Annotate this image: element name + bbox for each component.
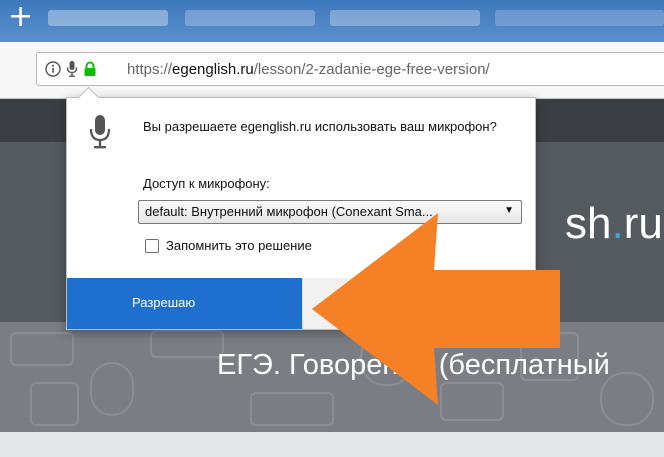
tab[interactable] <box>48 10 168 26</box>
url-domain: egenglish.ru <box>172 61 254 78</box>
allow-button[interactable]: Разрешаю <box>67 278 302 329</box>
tab[interactable] <box>185 10 315 26</box>
url-bar[interactable]: https://egenglish.ru/lesson/2-zadanie-eg… <box>36 52 664 86</box>
microphone-icon[interactable] <box>66 60 78 78</box>
remember-checkbox[interactable] <box>145 238 159 253</box>
url-scheme: https:// <box>127 61 173 78</box>
selected-device: default: Внутренний микрофон (Conexant S… <box>145 204 433 219</box>
logo-text: sh <box>565 199 612 248</box>
tab[interactable] <box>330 10 480 26</box>
remember-decision[interactable]: Запомнить это решение <box>145 238 312 253</box>
content-area <box>0 432 664 457</box>
microphone-access-label: Доступ к микрофону: <box>143 176 270 191</box>
microphone-permission-popup: Вы разрешаете egenglish.ru использовать … <box>66 86 536 330</box>
url-path: /lesson/2-zadanie-ege-free-version/ <box>253 61 490 78</box>
info-icon[interactable] <box>45 61 61 77</box>
deny-button[interactable] <box>302 278 536 329</box>
remember-label[interactable]: Запомнить это решение <box>166 238 312 253</box>
tab[interactable] <box>495 10 664 26</box>
permission-question: Вы разрешаете egenglish.ru использовать … <box>143 119 497 134</box>
allow-button-label: Разрешаю <box>132 295 196 310</box>
tab-strip: + <box>0 0 664 42</box>
new-tab-button[interactable]: + <box>8 2 36 32</box>
page-title: ЕГЭ. Говорение (бесплатный <box>217 349 610 381</box>
navigation-bar: https://egenglish.ru/lesson/2-zadanie-eg… <box>0 42 664 99</box>
microphone-icon <box>89 115 111 149</box>
site-logo[interactable]: sh.ru <box>565 199 663 249</box>
logo-tld: ru <box>623 199 663 248</box>
chevron-down-icon: ▼ <box>504 205 514 216</box>
lock-icon[interactable] <box>83 61 97 77</box>
logo-dot: . <box>611 199 624 248</box>
microphone-device-select[interactable]: default: Внутренний микрофон (Conexant S… <box>138 200 522 224</box>
url-text[interactable]: https://egenglish.ru/lesson/2-zadanie-eg… <box>127 61 490 78</box>
